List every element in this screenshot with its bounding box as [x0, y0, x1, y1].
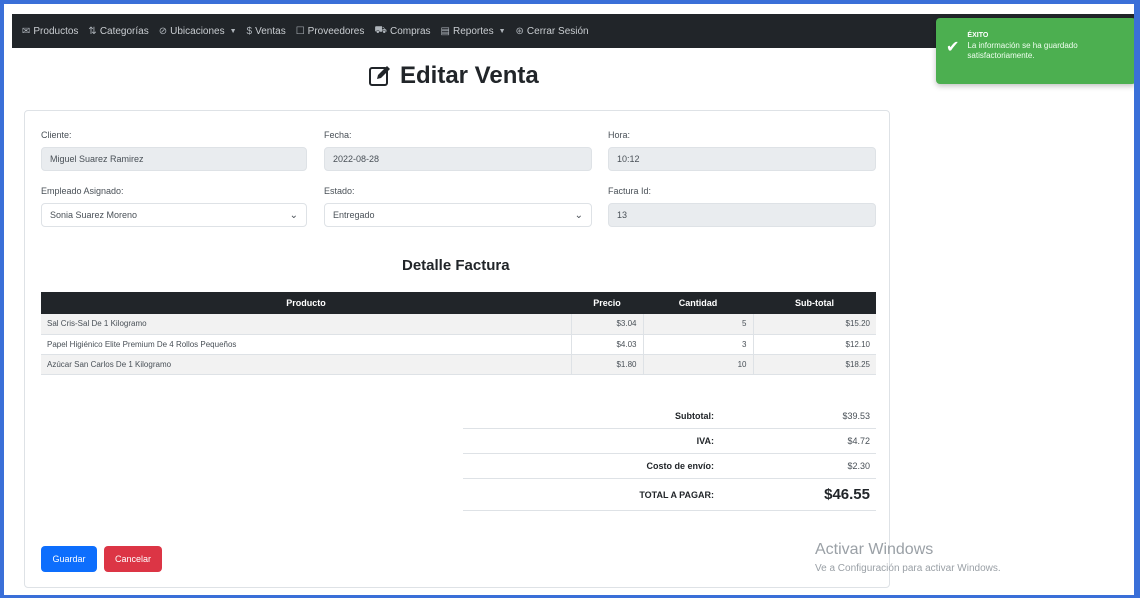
envio-value: $2.30: [847, 461, 870, 471]
cancel-button[interactable]: Cancelar: [104, 546, 162, 572]
nav-label: Proveedores: [307, 25, 365, 37]
nav-label: Reportes: [453, 25, 494, 37]
fecha-field[interactable]: 2022-08-28: [324, 147, 592, 171]
page-title: Editar Venta: [368, 62, 539, 90]
logout-icon: ⊛: [515, 25, 524, 37]
factura-field[interactable]: 13: [608, 203, 876, 227]
cliente-field[interactable]: Miguel Suarez Ramirez: [41, 147, 307, 171]
cell-subtotal: $18.25: [752, 354, 876, 375]
totals-row-iva: IVA: $4.72: [463, 429, 876, 454]
categories-icon: ⇅: [88, 25, 97, 37]
reports-icon: ▤: [440, 25, 450, 37]
hora-field[interactable]: 10:12: [608, 147, 876, 171]
nav-productos[interactable]: ✉ Productos: [22, 26, 78, 37]
toast-body: ÉXITO La información se ha guardado sati…: [967, 32, 1126, 61]
estado-label: Estado:: [324, 186, 355, 196]
header-subtotal: Sub-total: [753, 292, 876, 314]
toast-message: La información se ha guardado satisfacto…: [967, 41, 1078, 60]
location-icon: ⊘: [158, 25, 168, 37]
table-row: Papel Higiénico Elite Premium De 4 Rollo…: [41, 334, 876, 355]
edit-icon: [369, 66, 390, 86]
nav-compras[interactable]: ⛟ Compras: [374, 25, 430, 38]
detalle-table: Producto Precio Cantidad Sub-total Sal C…: [41, 292, 876, 375]
nav-categorias[interactable]: ⇅ Categorías: [88, 26, 148, 37]
nav-cerrar-sesion[interactable]: ⊛ Cerrar Sesión: [516, 26, 589, 37]
cell-cantidad: 10: [642, 354, 753, 375]
subtotal-value: $39.53: [842, 411, 870, 421]
nav-proveedores[interactable]: ☐ Proveedores: [296, 26, 365, 37]
chevron-down-icon: ⌄: [289, 209, 298, 221]
save-button[interactable]: Guardar: [41, 546, 97, 572]
cell-precio: $3.04: [570, 314, 643, 335]
nav-label: Productos: [33, 25, 79, 37]
nav-label: Cerrar Sesión: [526, 25, 589, 37]
iva-label: IVA:: [696, 436, 714, 446]
nav-reportes[interactable]: ▤ Reportes ▼: [441, 26, 506, 37]
nav-label: Compras: [389, 25, 431, 37]
windows-activation-watermark: Activar Windows Ve a Configuración para …: [815, 541, 1001, 574]
fecha-label: Fecha:: [324, 130, 352, 140]
totals-row-total: TOTAL A PAGAR: $46.55: [463, 479, 876, 511]
header-producto: Producto: [41, 292, 571, 314]
cell-cantidad: 5: [642, 314, 753, 335]
empleado-value: Sonia Suarez Moreno: [50, 210, 138, 220]
cell-subtotal: $12.10: [752, 334, 876, 355]
products-icon: ✉: [22, 25, 31, 37]
totals-row-subtotal: Subtotal: $39.53: [463, 404, 876, 429]
success-toast[interactable]: ✔ ÉXITO La información se ha guardado sa…: [936, 18, 1136, 84]
envio-label: Costo de envío:: [646, 461, 714, 471]
cell-producto: Papel Higiénico Elite Premium De 4 Rollo…: [41, 334, 571, 355]
cliente-label: Cliente:: [41, 130, 72, 140]
iva-value: $4.72: [847, 436, 870, 446]
total-value: $46.55: [824, 486, 870, 503]
checkmark-icon: ✔: [946, 39, 960, 56]
empleado-label: Empleado Asignado:: [41, 186, 124, 196]
watermark-subtitle: Ve a Configuración para activar Windows.: [815, 563, 1001, 574]
hora-label: Hora:: [608, 130, 631, 140]
factura-label: Factura Id:: [608, 186, 652, 196]
cell-subtotal: $15.20: [752, 314, 876, 335]
estado-select[interactable]: Entregado ⌄: [324, 203, 592, 227]
empleado-select[interactable]: Sonia Suarez Moreno ⌄: [41, 203, 307, 227]
toast-title: ÉXITO: [967, 32, 989, 39]
header-precio: Precio: [571, 292, 643, 314]
cell-producto: Sal Cris-Sal De 1 Kilogramo: [41, 314, 571, 335]
cell-producto: Azúcar San Carlos De 1 Kilogramo: [41, 354, 571, 375]
table-row: Azúcar San Carlos De 1 Kilogramo $1.80 1…: [41, 354, 876, 375]
nav-ventas[interactable]: $ Ventas: [247, 26, 286, 37]
cell-precio: $4.03: [570, 334, 643, 355]
table-row: Sal Cris-Sal De 1 Kilogramo $3.04 5 $15.…: [41, 314, 876, 335]
nav-label: Ubicaciones: [170, 25, 225, 37]
subtotal-label: Subtotal:: [675, 411, 714, 421]
cell-cantidad: 3: [642, 334, 753, 355]
truck-icon: ⛟: [374, 24, 387, 36]
page-title-text: Editar Venta: [400, 62, 539, 89]
detalle-title: Detalle Factura: [402, 257, 510, 274]
totals-row-envio: Costo de envío: $2.30: [463, 454, 876, 479]
nav-ubicaciones[interactable]: ⊘ Ubicaciones ▼: [159, 26, 237, 37]
table-header-row: Producto Precio Cantidad Sub-total: [41, 292, 876, 314]
header-cantidad: Cantidad: [643, 292, 753, 314]
estado-value: Entregado: [333, 210, 375, 220]
nav-label: Ventas: [255, 25, 286, 37]
cell-precio: $1.80: [570, 354, 643, 375]
caret-down-icon: ▼: [498, 27, 506, 35]
watermark-title: Activar Windows: [815, 541, 934, 558]
dollar-icon: $: [246, 25, 253, 37]
suppliers-icon: ☐: [295, 25, 305, 37]
totals-table: Subtotal: $39.53 IVA: $4.72 Costo de env…: [463, 404, 876, 511]
chevron-down-icon: ⌄: [574, 209, 583, 221]
caret-down-icon: ▼: [229, 27, 237, 35]
total-label: TOTAL A PAGAR:: [639, 489, 714, 500]
nav-label: Categorías: [99, 25, 149, 37]
